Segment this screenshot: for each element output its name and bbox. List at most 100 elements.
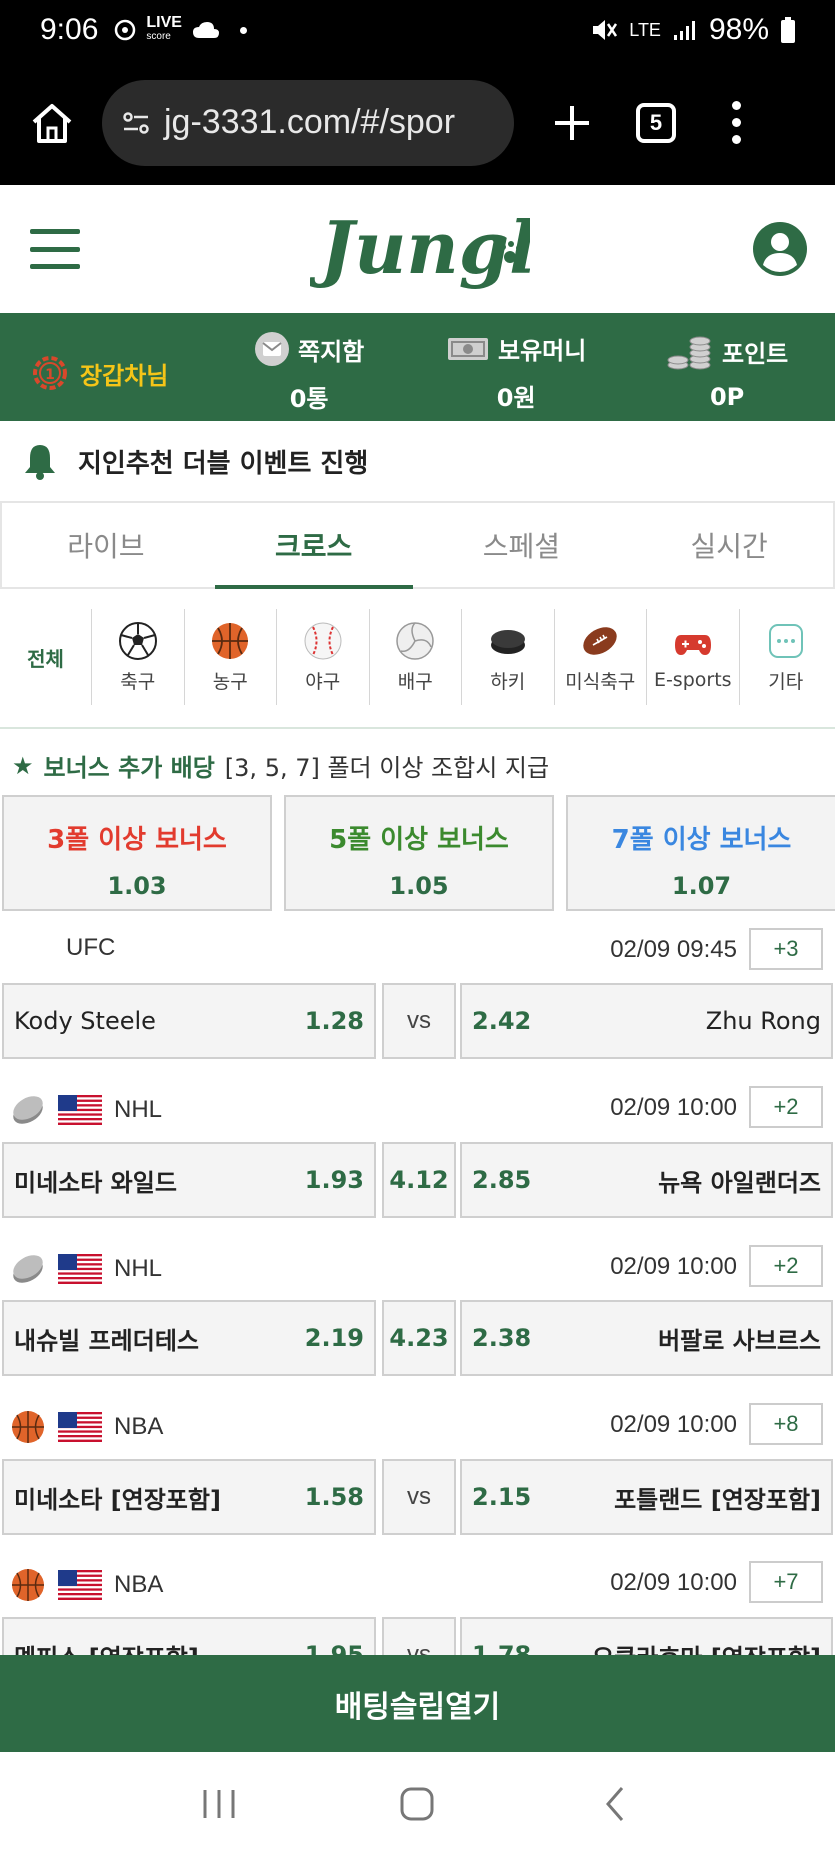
sport-label: 야구 xyxy=(305,670,341,693)
notice-text: 지인추천 더블 이벤트 진행 xyxy=(78,448,369,479)
level-badge-icon: 1 xyxy=(33,356,67,390)
bonus-card-title: 3폴 이상 보너스 xyxy=(47,825,227,855)
points-info[interactable]: 포인트 0P xyxy=(666,331,788,411)
us-flag-icon xyxy=(58,1095,102,1125)
user-account-icon[interactable] xyxy=(752,221,808,277)
home-team: Kody Steele xyxy=(14,1007,156,1035)
us-flag-icon xyxy=(58,1412,102,1442)
menu-button[interactable] xyxy=(30,229,80,269)
bonus-card-7fold[interactable]: 7폴 이상 보너스 1.07 xyxy=(566,795,835,911)
sport-filter-hockey[interactable]: 하키 xyxy=(462,609,555,705)
match-header: NHL 02/09 10:00 +2 xyxy=(0,1078,835,1138)
home-odd: 1.28 xyxy=(304,1007,364,1035)
money-label: 보유머니 xyxy=(498,337,587,365)
draw-value: 4.23 xyxy=(389,1324,449,1352)
draw-value: vs xyxy=(407,1483,431,1510)
status-bar: 9:06 LIVE score LTE 98% xyxy=(0,0,835,60)
bonus-card-title: 5폴 이상 보너스 xyxy=(329,825,509,855)
messages-info[interactable]: 쪽지함 0통 xyxy=(254,331,364,414)
more-markets-button[interactable]: +3 xyxy=(749,928,823,970)
sport-filter-other[interactable]: 기타 xyxy=(740,609,833,705)
sport-filter-soccer[interactable]: 축구 xyxy=(92,609,185,705)
sport-label: 농구 xyxy=(212,670,248,693)
away-odd-button[interactable]: 2.38 버팔로 사브르스 xyxy=(460,1300,833,1376)
bonus-card-3fold[interactable]: 3폴 이상 보너스 1.03 xyxy=(2,795,272,911)
url-text[interactable]: jg-3331.com/#/spor xyxy=(164,103,455,142)
sport-all-filter[interactable]: 전체 xyxy=(0,609,92,705)
sport-filter-baseball[interactable]: 야구 xyxy=(277,609,370,705)
betting-tabs: 라이브 크로스 스페셜 실시간 xyxy=(0,501,835,589)
home-odd: 2.19 xyxy=(304,1324,364,1352)
jungle-logo[interactable]: Jungle xyxy=(310,195,530,305)
status-time: 9:06 xyxy=(40,13,99,46)
more-markets-button[interactable]: +2 xyxy=(749,1086,823,1128)
away-odd-button[interactable]: 2.85 뉴욕 아일랜더즈 xyxy=(460,1142,833,1218)
signal-icon xyxy=(673,21,695,40)
more-markets-button[interactable]: +7 xyxy=(749,1561,823,1603)
away-odd: 2.38 xyxy=(472,1324,532,1352)
sport-filter-basketball[interactable]: 농구 xyxy=(185,609,277,705)
sport-label: 배구 xyxy=(397,670,433,693)
league-name: NHL xyxy=(114,1255,163,1282)
bonus-heading: ★ 보너스 추가 배당 [3, 5, 7] 폴더 이상 조합시 지급 xyxy=(12,748,549,783)
league-info: NBA xyxy=(10,1567,163,1603)
new-tab-button[interactable] xyxy=(544,95,600,151)
home-odd-button[interactable]: 미네소타 [연장포함] 1.58 xyxy=(2,1459,376,1535)
home-odd-button[interactable]: Kody Steele 1.28 xyxy=(2,983,376,1059)
tab-cross[interactable]: 크로스 xyxy=(210,503,418,589)
away-odd: 2.85 xyxy=(472,1166,532,1194)
match-datetime: 02/09 10:00 xyxy=(610,1253,737,1280)
sport-filter-football[interactable]: 미식축구 xyxy=(555,609,647,705)
league-info: NBA xyxy=(10,1409,163,1445)
site-settings-icon[interactable] xyxy=(122,109,150,137)
money-value: 0원 xyxy=(496,384,536,412)
browser-menu-button[interactable] xyxy=(726,101,746,144)
home-button[interactable] xyxy=(24,95,80,151)
away-odd-button[interactable]: 2.15 포틀랜드 [연장포함] xyxy=(460,1459,833,1535)
sport-filter-bar: 전체 축구 농구 야구 배구 하키 미식축구 E-sports 기타 xyxy=(0,605,835,709)
home-odd-button[interactable]: 내슈빌 프레더테스 2.19 xyxy=(2,1300,376,1376)
match-header: UFC 02/09 09:45 +3 xyxy=(0,920,835,980)
away-odd-button[interactable]: 2.42 Zhu Rong xyxy=(460,983,833,1059)
home-icon xyxy=(32,103,72,143)
tab-live[interactable]: 라이브 xyxy=(2,503,210,587)
more-markets-button[interactable]: +8 xyxy=(749,1403,823,1445)
bonus-card-5fold[interactable]: 5폴 이상 보너스 1.05 xyxy=(284,795,554,911)
match-odds-row: 미네소타 와일드 1.93 4.12 2.85 뉴욕 아일랜더즈 xyxy=(2,1142,833,1218)
league-info: UFC xyxy=(66,934,115,962)
user-profile[interactable]: 1 장갑차님 xyxy=(30,353,168,393)
star-icon: ★ xyxy=(12,751,34,780)
draw-odd-button: vs xyxy=(382,983,456,1059)
bonus-card-title: 7폴 이상 보너스 xyxy=(611,825,792,855)
home-odd: 1.93 xyxy=(304,1166,364,1194)
away-team: Zhu Rong xyxy=(705,1007,821,1035)
more-markets-button[interactable]: +2 xyxy=(749,1245,823,1287)
sport-filter-esports[interactable]: E-sports xyxy=(647,609,740,705)
sport-filter-volleyball[interactable]: 배구 xyxy=(370,609,462,705)
match-datetime: 02/09 10:00 xyxy=(610,1094,737,1121)
home-team: 내슈빌 프레더테스 xyxy=(14,1326,199,1355)
notice-banner[interactable]: 지인추천 더블 이벤트 진행 xyxy=(0,421,835,501)
sport-label: 축구 xyxy=(120,670,156,693)
tab-switcher-button[interactable]: 5 xyxy=(636,102,676,143)
tab-special[interactable]: 스페셜 xyxy=(418,503,626,587)
back-button[interactable] xyxy=(586,1779,646,1829)
back-icon xyxy=(605,1787,623,1821)
money-info[interactable]: 보유머니 0원 xyxy=(446,331,586,413)
home-odd-button[interactable]: 미네소타 와일드 1.93 xyxy=(2,1142,376,1218)
address-bar[interactable]: jg-3331.com/#/spor xyxy=(102,79,514,166)
home-nav-button[interactable] xyxy=(387,1779,447,1829)
open-betslip-button[interactable]: 배팅슬립열기 xyxy=(0,1655,835,1752)
live-score-badge: LIVE score xyxy=(146,15,182,44)
gamepad-icon xyxy=(674,635,711,655)
tab-realtime[interactable]: 실시간 xyxy=(625,503,833,587)
recent-apps-button[interactable] xyxy=(189,1779,249,1829)
network-label: LTE xyxy=(629,19,661,40)
match-header: NBA 02/09 10:00 +8 xyxy=(0,1395,835,1455)
battery-percent: 98% xyxy=(708,13,769,46)
draw-odd-button[interactable]: 4.23 xyxy=(382,1300,456,1376)
hockey-puck-icon xyxy=(13,1096,43,1124)
sport-label: 미식축구 xyxy=(565,670,636,693)
logo-text: Jungle xyxy=(310,205,530,290)
draw-odd-button[interactable]: 4.12 xyxy=(382,1142,456,1218)
